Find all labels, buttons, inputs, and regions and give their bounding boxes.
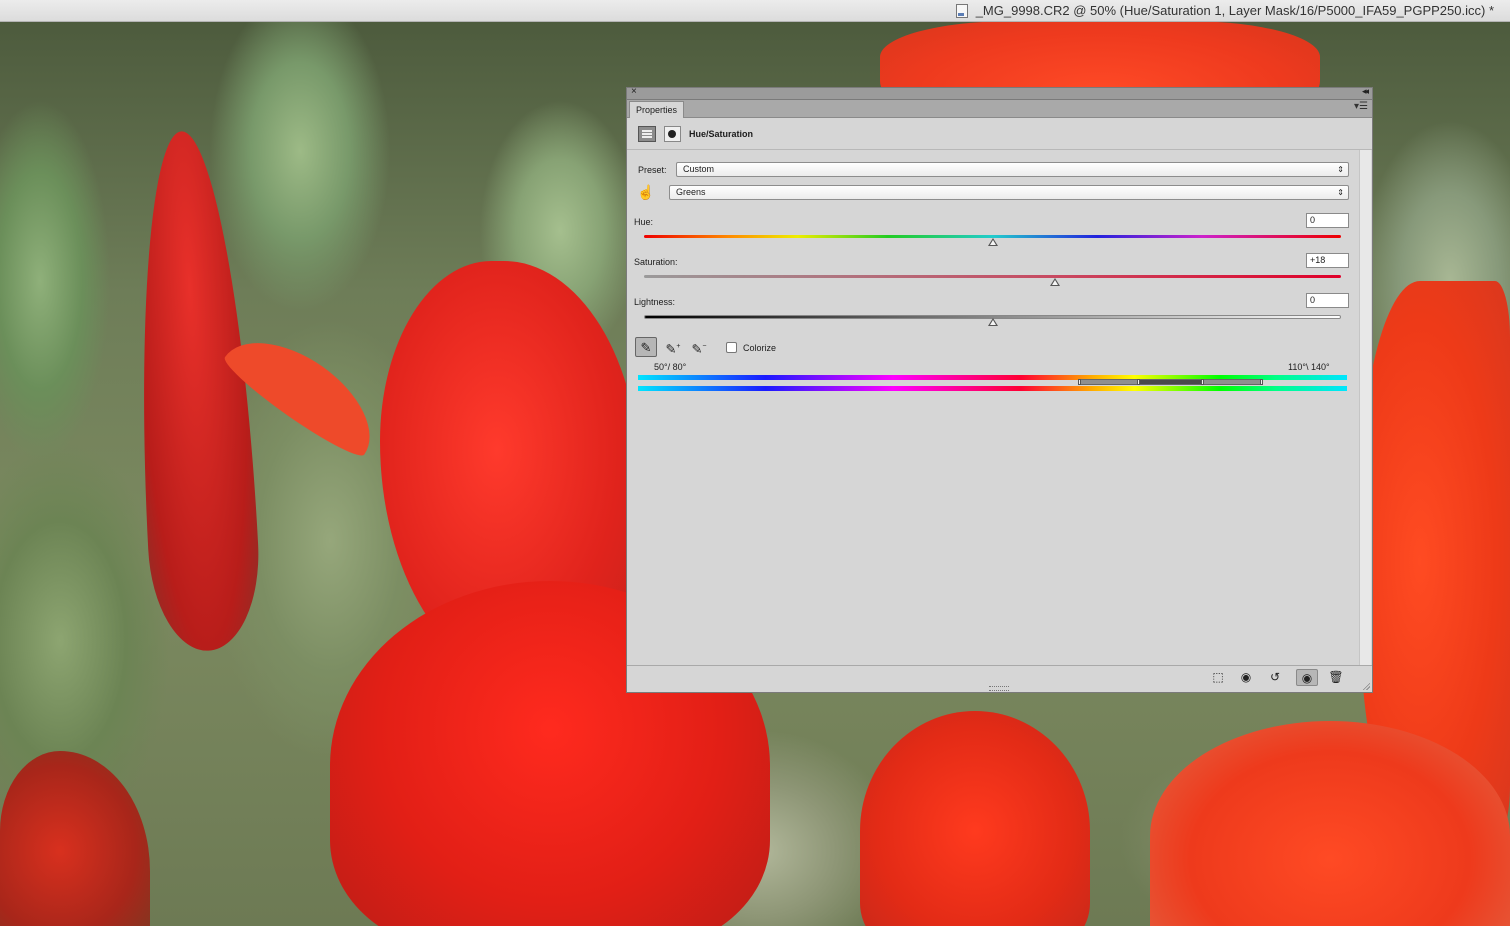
saturation-input[interactable]: +18 (1306, 253, 1349, 268)
reset-icon[interactable]: ↺ (1264, 669, 1286, 686)
layer-mask-icon[interactable] (664, 126, 681, 142)
properties-panel[interactable]: × ◂◂ Properties ▾☰ Hue/Saturation Preset… (626, 86, 1373, 693)
output-color-spectrum (638, 386, 1347, 391)
document-title: _MG_9998.CR2 @ 50% (Hue/Saturation 1, La… (975, 3, 1494, 18)
channel-value: Greens (676, 187, 706, 197)
range-controls (627, 379, 1372, 385)
hue-saturation-adjustment-icon[interactable] (638, 126, 656, 142)
view-previous-state-icon[interactable]: ◉ (1235, 669, 1257, 686)
panel-resize-grip[interactable] (989, 686, 1009, 691)
tab-properties[interactable]: Properties (629, 101, 685, 118)
clip-to-layer-icon[interactable]: ⬚ (1207, 669, 1229, 686)
channel-row: ☝ Greens ⇕ (627, 184, 1372, 203)
color-range-core[interactable] (1139, 380, 1203, 384)
adjustment-header: Hue/Saturation (627, 118, 1372, 150)
preset-value: Custom (683, 164, 715, 174)
saturation-slider-thumb[interactable] (1050, 278, 1061, 286)
saturation-control: Saturation: +18 (627, 253, 1372, 286)
range-handle-right[interactable] (1260, 379, 1263, 385)
range-left-label: 50°/ 80° (654, 362, 687, 372)
preset-dropdown[interactable]: Custom ⇕ (676, 162, 1349, 177)
trash-icon[interactable]: 🗑 (1325, 669, 1347, 686)
document-icon (955, 3, 968, 18)
flower-petal (0, 751, 150, 926)
close-icon[interactable]: × (631, 86, 637, 97)
panel-menu-icon[interactable]: ▾☰ (1354, 101, 1368, 112)
eyedropper-plus-icon[interactable]: ✎+ (662, 337, 684, 357)
saturation-slider-track[interactable] (644, 275, 1341, 278)
hue-control: Hue: 0 (627, 213, 1372, 246)
targeted-adjustment-hand-icon[interactable]: ☝ (637, 184, 654, 201)
lightness-slider-thumb[interactable] (987, 318, 998, 326)
colorize-checkbox[interactable] (726, 342, 737, 353)
colorize-label: Colorize (743, 343, 777, 353)
hue-label: Hue: (634, 217, 654, 227)
preset-row: Preset: Custom ⇕ (627, 162, 1372, 178)
range-handle-inner-left[interactable] (1137, 379, 1140, 385)
eyedropper-toolbar: ✎ ✎+ ✎− Colorize (627, 337, 1372, 359)
adjustment-title: Hue/Saturation (689, 129, 754, 139)
eye-icon[interactable]: ◉ (1296, 669, 1318, 686)
hue-input[interactable]: 0 (1306, 213, 1349, 228)
flower-petal (860, 711, 1090, 926)
saturation-label: Saturation: (634, 257, 678, 267)
dropdown-arrows-icon: ⇕ (1337, 165, 1344, 174)
lightness-input[interactable]: 0 (1306, 293, 1349, 308)
hue-slider-thumb[interactable] (987, 238, 998, 246)
flower-petal (126, 128, 264, 654)
color-range-slider[interactable] (1078, 379, 1263, 385)
panel-scrollbar[interactable] (1359, 150, 1371, 665)
collapse-icon[interactable]: ◂◂ (1362, 86, 1369, 97)
eyedropper-icon[interactable]: ✎ (635, 337, 657, 357)
dropdown-arrows-icon: ⇕ (1337, 188, 1344, 197)
range-right-label: 110°\ 140° (1288, 362, 1330, 372)
panel-footer: ⬚ ◉ ↺ ◉ 🗑 (627, 665, 1372, 692)
panel-drag-bar[interactable]: × ◂◂ (627, 86, 1372, 100)
range-handle-inner-right[interactable] (1201, 379, 1204, 385)
panel-tab-strip: Properties ▾☰ (627, 100, 1372, 118)
channel-dropdown[interactable]: Greens ⇕ (669, 185, 1349, 200)
lightness-label: Lightness: (634, 297, 676, 307)
preset-label: Preset: (638, 165, 667, 175)
document-title-bar: _MG_9998.CR2 @ 50% (Hue/Saturation 1, La… (0, 0, 1510, 22)
range-handle-left[interactable] (1078, 379, 1081, 385)
resize-corner-icon[interactable] (1362, 682, 1370, 690)
lightness-control: Lightness: 0 (627, 293, 1372, 326)
eyedropper-minus-icon[interactable]: ✎− (688, 337, 710, 357)
